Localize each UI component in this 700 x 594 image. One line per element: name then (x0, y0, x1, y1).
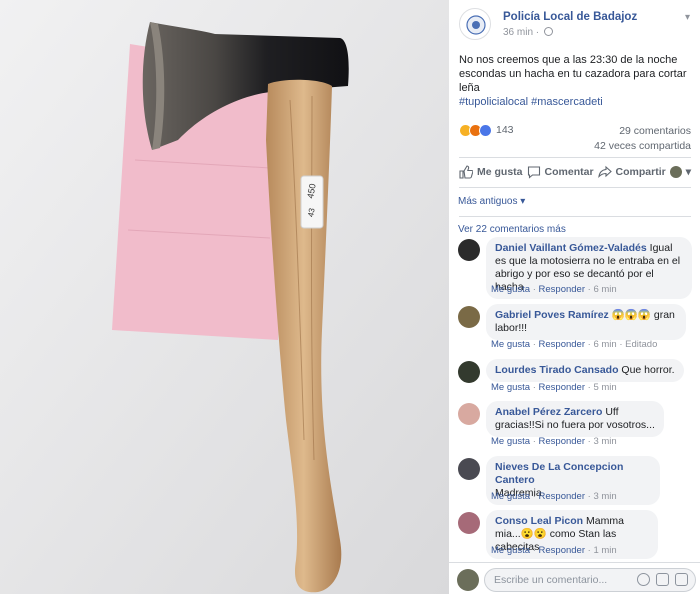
comment-meta: Me gusta · Responder · 6 min (491, 284, 617, 295)
axe-photo-illustration (0, 0, 449, 594)
comment-text: Que horror. (621, 364, 675, 376)
share-button[interactable]: Compartir (597, 165, 666, 179)
comment-reply-link[interactable]: Responder (539, 284, 585, 295)
comment-bubble: Anabel Pérez Zarcero Uff gracias!!Si no … (486, 401, 664, 437)
comment-button[interactable]: Comentar (527, 165, 594, 179)
comments-count[interactable]: 29 comentarios (594, 124, 691, 139)
post-body: No nos creemos que a las 23:30 de la noc… (459, 54, 687, 94)
avatar[interactable] (458, 403, 480, 425)
comment-reply-link[interactable]: Responder (539, 545, 585, 556)
like-icon (479, 123, 492, 137)
comment-reply-link[interactable]: Responder (539, 382, 585, 393)
comment-icon (527, 166, 540, 179)
divider (459, 216, 691, 217)
post-options-icon[interactable]: ▾ (685, 12, 690, 23)
comment-meta: Me gusta · Responder · 6 min · Editado (491, 339, 658, 350)
share-icon (597, 165, 612, 179)
post-timestamp[interactable]: 36 min · (503, 27, 553, 38)
post-header: Policía Local de Badajoz 36 min · ▾ (459, 8, 694, 42)
comment-like-link[interactable]: Me gusta (491, 284, 530, 295)
comment-meta: Me gusta · Responder · 3 min (491, 491, 617, 502)
page-avatar[interactable] (459, 8, 491, 40)
comment-time[interactable]: 6 min (593, 284, 616, 295)
view-more-comments-link[interactable]: Ver 22 comentarios más (458, 224, 566, 235)
police-emblem-icon (466, 15, 486, 35)
comment-like-link[interactable]: Me gusta (491, 545, 530, 556)
comment-time[interactable]: 1 min (593, 545, 616, 556)
comment-like-link[interactable]: Me gusta (491, 339, 530, 350)
sticker-icon[interactable] (675, 573, 688, 586)
comment-time[interactable]: 5 min (593, 382, 616, 393)
comment-label: Comentar (544, 166, 594, 178)
composer-icons (637, 573, 688, 586)
post-hashtags[interactable]: #tupolicialocal #mascercadeti (459, 96, 603, 108)
avatar[interactable] (458, 239, 480, 261)
sticker-label-2: 43 (306, 207, 317, 218)
avatar[interactable] (458, 306, 480, 328)
comment-author[interactable]: Lourdes Tirado Cansado (495, 364, 619, 376)
post-actions: Me gusta Comentar Compartir ▾ (459, 160, 691, 184)
reaction-count: 143 (496, 124, 514, 136)
comment-time[interactable]: 3 min (593, 436, 616, 447)
like-label: Me gusta (477, 166, 523, 178)
comment-meta: Me gusta · Responder · 1 min (491, 545, 617, 556)
comment-like-link[interactable]: Me gusta (491, 382, 530, 393)
comment-author[interactable]: Gabriel Poves Ramírez (495, 309, 609, 321)
post-sidebar: Policía Local de Badajoz 36 min · ▾ No n… (449, 0, 700, 594)
avatar[interactable] (458, 361, 480, 383)
engagement-counts: 29 comentarios 42 veces compartida (594, 124, 691, 154)
avatar (669, 166, 682, 178)
page-name[interactable]: Policía Local de Badajoz (503, 11, 637, 23)
comment-like-link[interactable]: Me gusta (491, 491, 530, 502)
comment-reply-link[interactable]: Responder (539, 491, 585, 502)
comment-author[interactable]: Nieves De La Concepcion Cantero (495, 461, 623, 486)
post-text: No nos creemos que a las 23:30 de la noc… (459, 53, 691, 109)
like-button[interactable]: Me gusta (459, 165, 523, 179)
comment-time[interactable]: 6 min (593, 339, 616, 350)
comment-meta: Me gusta · Responder · 3 min (491, 436, 617, 447)
post-photo[interactable]: 450 43 (0, 0, 449, 594)
shares-count[interactable]: 42 veces compartida (594, 139, 691, 154)
comment-reply-link[interactable]: Responder (539, 436, 585, 447)
post-time[interactable]: 36 min (503, 27, 533, 38)
comment-sort-dropdown[interactable]: Más antiguos ▾ (458, 196, 525, 207)
avatar[interactable] (457, 569, 479, 591)
comment-reply-link[interactable]: Responder (539, 339, 585, 350)
comment-meta: Me gusta · Responder · 5 min (491, 382, 617, 393)
reaction-selector[interactable]: ▾ (669, 166, 691, 178)
comment-author[interactable]: Conso Leal Picon (495, 515, 583, 527)
reaction-summary[interactable]: 143 (459, 122, 514, 138)
comment-bubble: Gabriel Poves Ramírez 😱😱😱 gran labor!!! (486, 304, 686, 340)
avatar[interactable] (458, 458, 480, 480)
share-label: Compartir (615, 166, 666, 178)
avatar[interactable] (458, 512, 480, 534)
comment-time[interactable]: 3 min (593, 491, 616, 502)
gif-icon[interactable] (656, 573, 669, 586)
chevron-down-icon: ▾ (685, 166, 691, 178)
comment-author[interactable]: Daniel Vaillant Gómez-Valadés (495, 242, 647, 254)
post-viewer: 450 43 Policía Local de Badajoz 36 min ·… (0, 0, 700, 594)
comment-bubble: Lourdes Tirado Cansado Que horror. (486, 359, 684, 382)
comment-edited-label[interactable]: Editado (625, 339, 657, 350)
comment-author[interactable]: Anabel Pérez Zarcero (495, 406, 602, 418)
divider (459, 187, 691, 188)
comment-like-link[interactable]: Me gusta (491, 436, 530, 447)
divider (459, 157, 691, 158)
comment-composer: Escribe un comentario... (449, 562, 700, 594)
thumbs-up-icon (459, 165, 473, 179)
emoji-icon[interactable] (637, 573, 650, 586)
globe-icon (543, 27, 553, 36)
